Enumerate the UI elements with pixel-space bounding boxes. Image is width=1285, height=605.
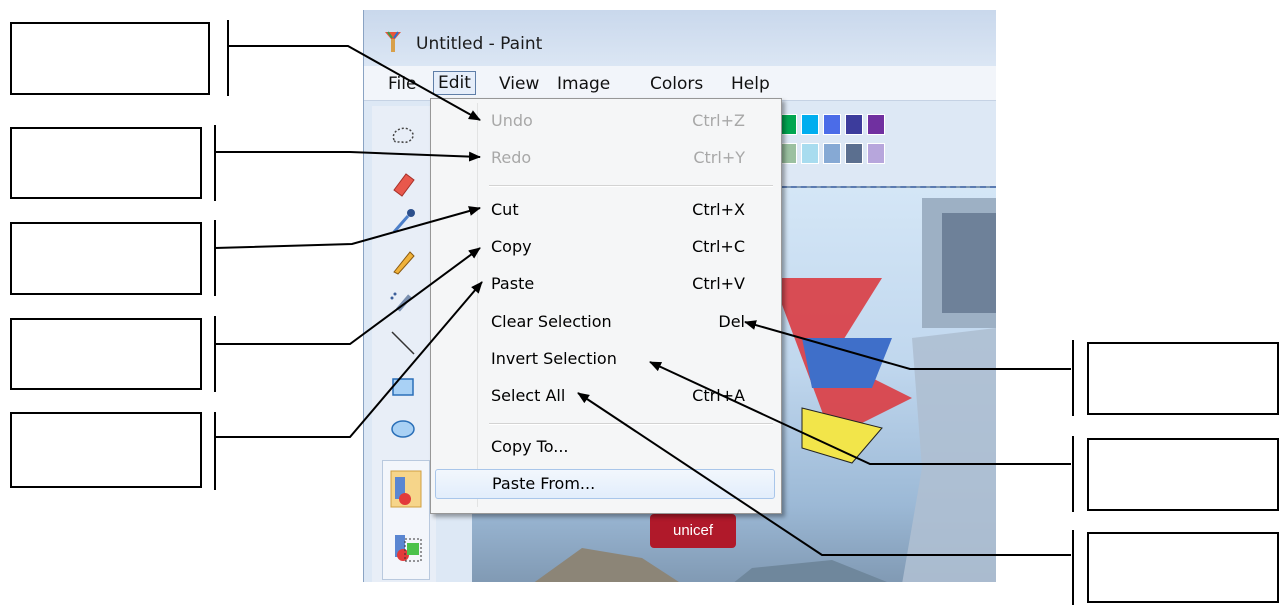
arrow-invert-selection <box>649 361 1071 465</box>
arrow-select-all <box>577 392 1071 556</box>
arrow-paste <box>215 281 483 438</box>
arrow-cut <box>214 206 481 249</box>
arrow-clear-selection <box>744 320 1071 370</box>
arrow-undo <box>228 45 481 121</box>
callout-arrows <box>214 45 1071 556</box>
arrow-redo <box>215 151 481 162</box>
